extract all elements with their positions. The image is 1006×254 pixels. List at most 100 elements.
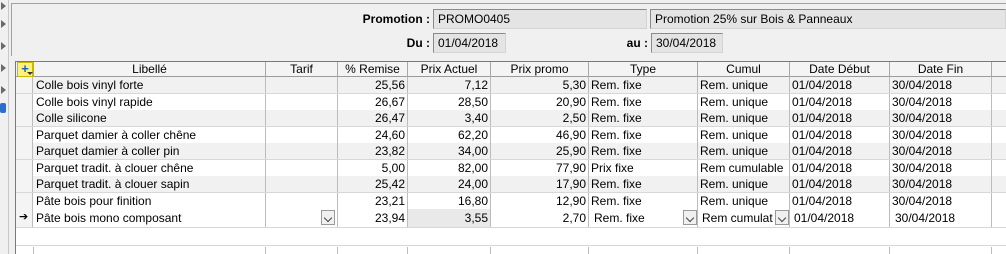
cell-cumul[interactable]: Rem. unique [698,192,790,209]
empty-row[interactable] [16,229,1006,246]
cell-cumul[interactable]: Rem. unique [698,176,790,192]
column-header-prix-promo[interactable]: Prix promo [491,62,589,77]
column-header-remise[interactable]: % Remise [338,62,408,77]
row-selector[interactable] [16,192,33,209]
cell-date-debut[interactable]: 01/04/2018 [790,93,890,110]
table-row[interactable]: Parquet damier à coller pin 23,82 34,00 25,… [16,143,1006,160]
cell-type[interactable]: Rem. fixe [589,192,698,209]
cell-prix-actuel[interactable]: 34,00 [408,143,491,159]
cell-tarif[interactable] [266,126,338,143]
cell-type[interactable]: Rem. fixe [589,77,698,93]
type-dropdown-button[interactable] [683,210,697,225]
cell-cumul[interactable]: Rem. unique [698,77,790,93]
cell-cumul[interactable]: Rem. unique [698,126,790,143]
cell-prix-promo[interactable]: 25,90 [491,143,589,159]
column-header-date-debut[interactable]: Date Début [790,62,890,77]
row-selector[interactable] [16,110,33,126]
table-row[interactable]: Parquet damier à coller chêne 24,60 62,20 4… [16,126,1006,144]
cell-date-fin[interactable]: 30/04/2018 [890,93,992,110]
table-row[interactable]: Parquet tradit. à clouer sapin 25,42 24,00… [16,176,1006,193]
cell-prix-actuel[interactable]: 82,00 [408,159,491,176]
cell-type[interactable]: Rem. fixe [589,93,698,110]
cell-prix-actuel[interactable]: 7,12 [408,77,491,93]
cell-tarif[interactable] [266,77,338,93]
table-row-current[interactable]: ➔ Pâte bois mono composant 23,94 3,55 2,… [16,209,1006,228]
cell-date-fin[interactable]: 30/04/2018 [890,110,992,126]
cell-prix-promo[interactable]: 5,30 [491,77,589,93]
cell-prix-actuel[interactable]: 3,40 [408,110,491,126]
expand-arrow-icon[interactable] [1,20,6,28]
cell-libelle[interactable]: Colle silicone [34,110,266,126]
cell-date-fin[interactable]: 30/04/2018 [890,192,992,209]
cell-prix-actuel[interactable]: 16,80 [408,192,491,209]
row-selector[interactable] [16,176,33,192]
cell-type[interactable]: Prix fixe [589,159,698,176]
table-row[interactable]: Pâte bois pour finition 23,21 16,80 12,90 Re… [16,192,1006,210]
cell-date-debut[interactable]: 01/04/2018 [790,192,890,209]
cell-tarif[interactable] [266,143,338,159]
cell-tarif[interactable] [266,192,338,209]
cell-remise[interactable]: 26,47 [338,110,408,126]
column-header-date-fin[interactable]: Date Fin [890,62,992,77]
cell-libelle[interactable]: Pâte bois pour finition [34,192,266,209]
cell-libelle[interactable]: Colle bois vinyl rapide [34,93,266,110]
cell-date-debut[interactable]: 01/04/2018 [790,143,890,159]
cell-tarif[interactable] [266,176,338,192]
cell-date-debut[interactable]: 01/04/2018 [790,126,890,143]
cell-date-fin[interactable]: 30/04/2018 [890,176,992,192]
cell-libelle[interactable]: Parquet damier à coller pin [34,143,266,159]
expand-arrow-icon[interactable] [1,86,6,94]
cell-prix-promo[interactable]: 77,90 [491,159,589,176]
cumul-dropdown-button[interactable] [775,210,789,225]
cell-date-debut[interactable]: 01/04/2018 [790,110,890,126]
expand-arrow-icon[interactable] [1,64,6,72]
cell-date-fin[interactable]: 30/04/2018 [890,77,992,93]
cell-libelle[interactable]: Parquet tradit. à clouer sapin [34,176,266,192]
date-start-field[interactable]: 01/04/2018 [433,33,506,53]
cell-type[interactable]: Rem. fixe [589,209,698,227]
cell-remise[interactable]: 26,67 [338,93,408,110]
row-selector[interactable] [16,77,33,93]
cell-libelle[interactable]: Parquet tradit. à clouer chêne [34,159,266,176]
cell-date-debut[interactable]: 01/04/2018 [790,176,890,192]
left-splitter-strip[interactable] [0,0,9,254]
cell-remise[interactable]: 25,42 [338,176,408,192]
add-row-icon[interactable]: + [17,62,33,77]
cell-date-debut[interactable]: 01/04/2018 [790,159,890,176]
cell-prix-promo[interactable]: 12,90 [491,192,589,209]
cell-cumul[interactable]: Rem. unique [698,143,790,159]
cell-tarif[interactable] [266,93,338,110]
cell-prix-promo[interactable]: 46,90 [491,126,589,143]
row-selector[interactable]: ➔ [16,209,33,227]
row-selector[interactable] [16,93,33,110]
cell-libelle[interactable]: Colle bois vinyl forte [34,77,266,93]
promotion-lines-grid[interactable]: + Libellé Tarif % Remise Prix Actuel Pri… [15,61,1006,254]
expand-arrow-icon[interactable] [1,42,6,50]
table-row[interactable]: Colle silicone 26,47 3,40 2,50 Rem. fixe Rem.… [16,110,1006,127]
cell-cumul[interactable]: Rem cumulable [698,159,790,176]
row-selector[interactable] [16,126,33,143]
cell-remise[interactable]: 23,82 [338,143,408,159]
cell-remise[interactable]: 23,94 [338,209,408,227]
column-header-prix-actuel[interactable]: Prix Actuel [408,62,491,77]
cell-date-fin[interactable]: 30/04/2018 [890,209,992,227]
cell-prix-actuel[interactable]: 62,20 [408,126,491,143]
cell-type[interactable]: Rem. fixe [589,143,698,159]
cell-prix-promo[interactable]: 17,90 [491,176,589,192]
expand-arrow-icon[interactable] [1,2,6,10]
column-header-type[interactable]: Type [589,62,698,77]
column-header-libelle[interactable]: Libellé [34,62,266,77]
table-row[interactable]: Colle bois vinyl rapide 26,67 28,50 20,90 Re… [16,93,1006,111]
cell-cumul[interactable]: Rem. unique [698,110,790,126]
cell-libelle[interactable]: Parquet damier à coller chêne [34,126,266,143]
cell-prix-promo[interactable]: 2,70 [491,209,589,227]
cell-cumul[interactable]: Rem. unique [698,93,790,110]
cell-date-debut[interactable]: 01/04/2018 [790,77,890,93]
cell-remise[interactable]: 24,60 [338,126,408,143]
cell-remise[interactable]: 23,21 [338,192,408,209]
column-header-tarif[interactable]: Tarif [266,62,338,77]
table-row[interactable]: Colle bois vinyl forte 25,56 7,12 5,30 Rem. … [16,77,1006,94]
cell-remise[interactable]: 25,56 [338,77,408,93]
cell-prix-actuel[interactable]: 28,50 [408,93,491,110]
cell-date-debut[interactable]: 01/04/2018 [790,209,890,227]
